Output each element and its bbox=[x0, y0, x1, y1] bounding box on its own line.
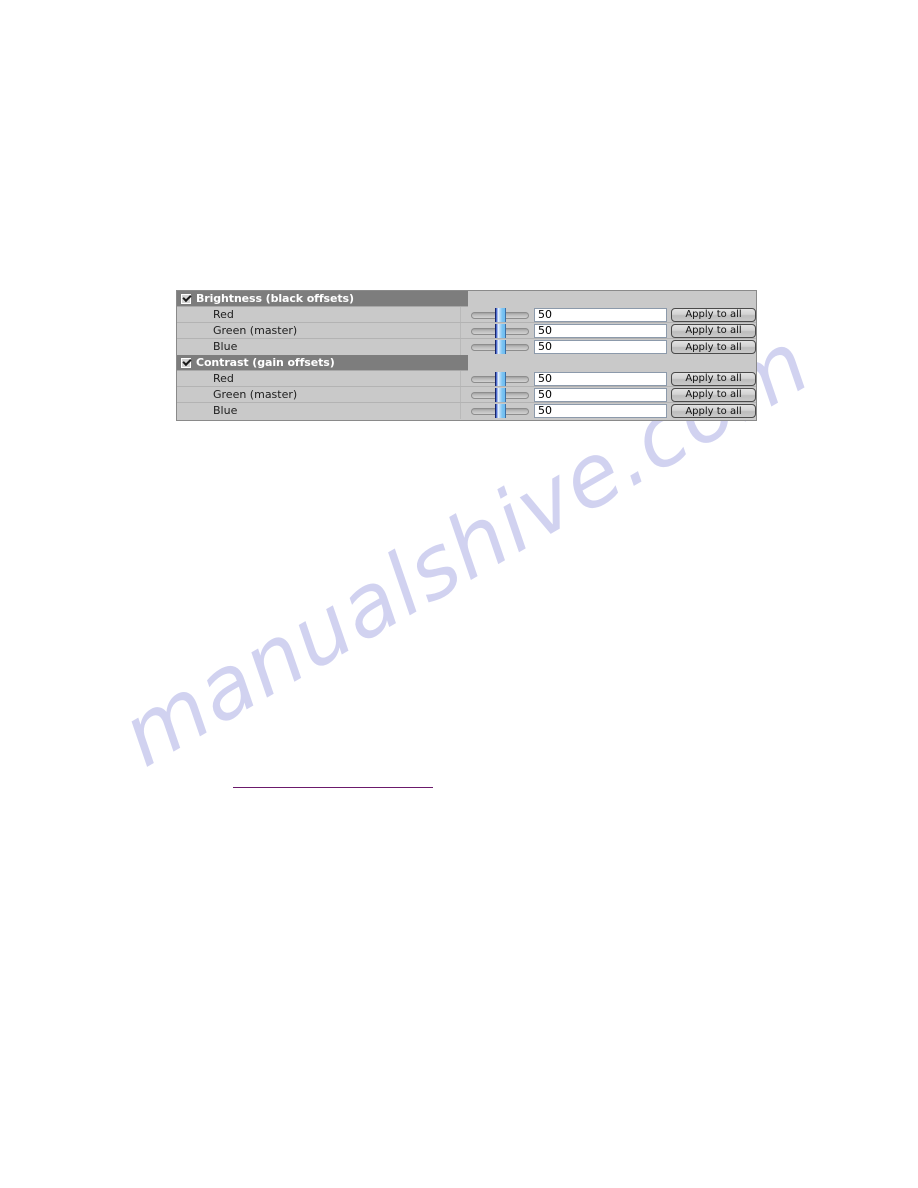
group-header-brightness[interactable]: Brightness (black offsets) bbox=[177, 291, 756, 307]
slider-handle-icon[interactable] bbox=[495, 323, 506, 338]
channel-controls-contrast-green: 50 Apply to all bbox=[461, 387, 756, 402]
channel-row-contrast-blue: Blue 50 Apply to all bbox=[177, 403, 756, 419]
group-header-filler-brightness bbox=[468, 291, 756, 307]
slider-brightness-green[interactable] bbox=[471, 323, 529, 338]
channel-controls-contrast-red: 50 Apply to all bbox=[461, 371, 756, 386]
slider-brightness-blue[interactable] bbox=[471, 340, 529, 354]
checkbox-checked-icon[interactable] bbox=[181, 357, 191, 368]
channel-row-brightness-green: Green (master) 50 Apply to all bbox=[177, 323, 756, 339]
slider-contrast-blue[interactable] bbox=[471, 404, 529, 418]
channel-label-contrast-red: Red bbox=[177, 371, 461, 386]
channel-controls-brightness-red: 50 Apply to all bbox=[461, 307, 756, 322]
apply-to-all-button-contrast-green[interactable]: Apply to all bbox=[671, 387, 756, 402]
group-contrast: Contrast (gain offsets) Red 50 Apply to … bbox=[177, 355, 756, 419]
group-brightness: Brightness (black offsets) Red 50 Apply … bbox=[177, 291, 756, 355]
slider-brightness-red[interactable] bbox=[471, 307, 529, 322]
channel-row-contrast-green: Green (master) 50 Apply to all bbox=[177, 387, 756, 403]
apply-to-all-button-contrast-red[interactable]: Apply to all bbox=[671, 371, 756, 386]
apply-to-all-button-brightness-blue[interactable]: Apply to all bbox=[671, 340, 756, 354]
slider-contrast-green[interactable] bbox=[471, 387, 529, 402]
channel-label-contrast-blue: Blue bbox=[177, 403, 461, 419]
display-adjustment-panel: Brightness (black offsets) Red 50 Apply … bbox=[176, 290, 757, 421]
apply-to-all-button-contrast-blue[interactable]: Apply to all bbox=[671, 404, 756, 418]
value-input-contrast-green[interactable]: 50 bbox=[534, 387, 667, 402]
channel-controls-contrast-blue: 50 Apply to all bbox=[461, 403, 756, 419]
checkbox-checked-icon[interactable] bbox=[181, 293, 191, 304]
horizontal-rule bbox=[233, 787, 433, 788]
group-header-bar-contrast[interactable]: Contrast (gain offsets) bbox=[177, 355, 468, 371]
channel-row-brightness-blue: Blue 50 Apply to all bbox=[177, 339, 756, 355]
slider-handle-icon[interactable] bbox=[495, 340, 506, 354]
slider-handle-icon[interactable] bbox=[495, 307, 506, 322]
group-header-bar-brightness[interactable]: Brightness (black offsets) bbox=[177, 291, 468, 307]
group-title-contrast: Contrast (gain offsets) bbox=[196, 356, 335, 369]
group-header-filler-contrast bbox=[468, 355, 756, 371]
slider-handle-icon[interactable] bbox=[495, 371, 506, 386]
value-input-brightness-green[interactable]: 50 bbox=[534, 323, 667, 338]
value-input-brightness-red[interactable]: 50 bbox=[534, 307, 667, 322]
group-header-contrast[interactable]: Contrast (gain offsets) bbox=[177, 355, 756, 371]
value-input-brightness-blue[interactable]: 50 bbox=[534, 340, 667, 354]
channel-label-contrast-green: Green (master) bbox=[177, 387, 461, 402]
watermark-layer: manualshive.com bbox=[0, 0, 918, 1188]
slider-handle-icon[interactable] bbox=[495, 404, 506, 418]
channel-label-brightness-red: Red bbox=[177, 307, 461, 322]
channel-row-contrast-red: Red 50 Apply to all bbox=[177, 371, 756, 387]
value-input-contrast-red[interactable]: 50 bbox=[534, 371, 667, 386]
channel-controls-brightness-blue: 50 Apply to all bbox=[461, 339, 756, 355]
slider-contrast-red[interactable] bbox=[471, 371, 529, 386]
channel-controls-brightness-green: 50 Apply to all bbox=[461, 323, 756, 338]
slider-handle-icon[interactable] bbox=[495, 387, 506, 402]
channel-label-brightness-blue: Blue bbox=[177, 339, 461, 355]
channel-label-brightness-green: Green (master) bbox=[177, 323, 461, 338]
value-input-contrast-blue[interactable]: 50 bbox=[534, 404, 667, 418]
channel-row-brightness-red: Red 50 Apply to all bbox=[177, 307, 756, 323]
apply-to-all-button-brightness-red[interactable]: Apply to all bbox=[671, 307, 756, 322]
group-title-brightness: Brightness (black offsets) bbox=[196, 292, 354, 305]
apply-to-all-button-brightness-green[interactable]: Apply to all bbox=[671, 323, 756, 338]
